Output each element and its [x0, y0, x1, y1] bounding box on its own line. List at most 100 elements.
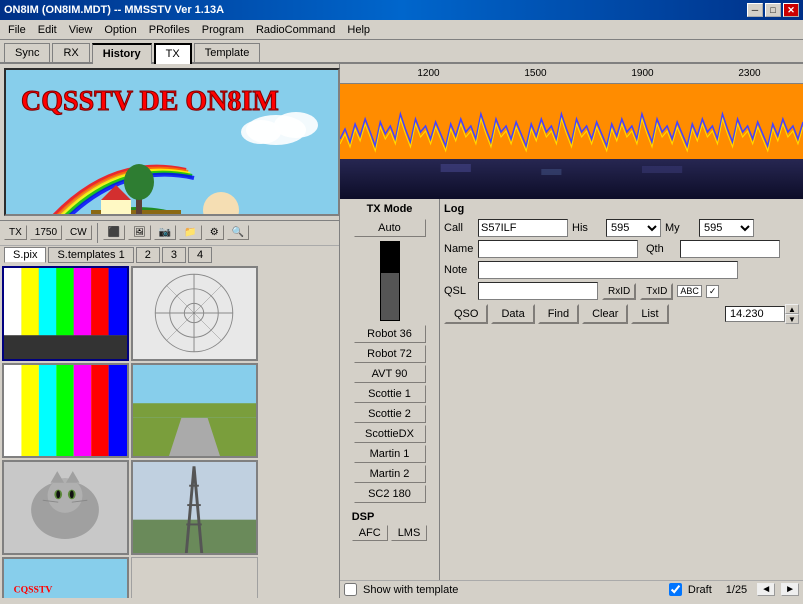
- mode-sc2180[interactable]: SC2 180: [354, 485, 426, 503]
- txid-button[interactable]: TxID: [640, 283, 673, 300]
- page-info: 1/25: [726, 584, 747, 596]
- thumb-3[interactable]: [2, 363, 129, 458]
- thumb-1[interactable]: [2, 266, 129, 361]
- close-button[interactable]: ✕: [783, 3, 799, 17]
- tab-3[interactable]: 3: [162, 247, 186, 263]
- next-page-button[interactable]: ►: [781, 583, 799, 596]
- log-call-row: Call His 595599579 My 595599579: [444, 219, 799, 237]
- thumb-4[interactable]: [131, 363, 258, 458]
- tab-tx[interactable]: TX: [154, 43, 192, 64]
- main-area: CQSSTV DE ON8IM TX 1750 CW ⬛ 🖼 📷 📁 ⚙ 🔍: [0, 64, 803, 598]
- my-report-select[interactable]: 595599579: [699, 219, 754, 237]
- minimize-button[interactable]: ─: [747, 3, 763, 17]
- thumb-2[interactable]: [131, 266, 258, 361]
- camera-icon[interactable]: 📷: [154, 225, 176, 240]
- qsl-input[interactable]: [478, 282, 598, 300]
- menu-edit[interactable]: Edit: [32, 22, 63, 38]
- frequency-input[interactable]: [725, 306, 785, 322]
- abc-check-icon: ✓: [706, 285, 720, 298]
- note-input[interactable]: [478, 261, 738, 279]
- toolbar: TX 1750 CW ⬛ 🖼 📷 📁 ⚙ 🔍: [0, 220, 339, 245]
- color-block: [380, 241, 400, 321]
- separator: [97, 223, 98, 243]
- mode-robot72[interactable]: Robot 72: [354, 345, 426, 363]
- menu-help[interactable]: Help: [341, 22, 376, 38]
- his-report-select[interactable]: 595599579: [606, 219, 661, 237]
- thumb-6[interactable]: [131, 460, 258, 555]
- folder-icon[interactable]: 📁: [179, 225, 201, 240]
- tab-history[interactable]: History: [92, 43, 152, 64]
- tab-4[interactable]: 4: [188, 247, 212, 263]
- qth-label: Qth: [646, 243, 676, 255]
- qsl-label: QSL: [444, 285, 474, 297]
- svg-text:CQSSTV DE ON8IM: CQSSTV DE ON8IM: [21, 86, 279, 117]
- freq-button[interactable]: 1750: [30, 225, 62, 240]
- log-qsl-row: QSL RxID TxID ABC ✓: [444, 282, 799, 300]
- mode-martin1[interactable]: Martin 1: [354, 445, 426, 463]
- show-template-row: Show with template Draft 1/25 ◄ ►: [340, 580, 803, 598]
- mode-avt90[interactable]: AVT 90: [354, 365, 426, 383]
- draft-checkbox[interactable]: [669, 583, 682, 596]
- tab-rx[interactable]: RX: [52, 43, 89, 62]
- call-input[interactable]: [478, 219, 568, 237]
- mode-scottiedx[interactable]: ScottieDX: [354, 425, 426, 443]
- thumb-5[interactable]: [2, 460, 129, 555]
- thumbnail-grid: CQSSTV DE ON8IM: [0, 264, 339, 598]
- dsp-lms[interactable]: LMS: [391, 525, 428, 541]
- freq-1900: 1900: [589, 68, 696, 79]
- spectrum-area: 1200 1500 1900 2300: [340, 64, 803, 199]
- freq-1200: 1200: [375, 68, 482, 79]
- my-label: My: [665, 222, 695, 234]
- image-icon[interactable]: 🖼: [128, 225, 151, 240]
- tab-2[interactable]: 2: [136, 247, 160, 263]
- menubar: File Edit View Option PRofiles Program R…: [0, 20, 803, 40]
- show-template-checkbox[interactable]: [344, 583, 357, 596]
- dsp-afc[interactable]: AFC: [352, 525, 388, 541]
- name-input[interactable]: [478, 240, 638, 258]
- tab-template[interactable]: Template: [194, 43, 261, 62]
- log-title: Log: [444, 203, 799, 215]
- mode-martin2[interactable]: Martin 2: [354, 465, 426, 483]
- menu-file[interactable]: File: [2, 22, 32, 38]
- menu-view[interactable]: View: [63, 22, 99, 38]
- tx-mode-panel: TX Mode Auto Robot 36 Robot 72 AVT 90 Sc…: [340, 199, 440, 580]
- thumb-7[interactable]: CQSSTV DE ON8IM: [2, 557, 129, 598]
- freq-up-arrow[interactable]: ▲: [785, 304, 799, 314]
- record-icon[interactable]: ⬛: [103, 225, 125, 240]
- tabbar: Sync RX History TX Template: [0, 40, 803, 64]
- draft-label: Draft: [688, 584, 712, 596]
- freq-ruler: 1200 1500 1900 2300: [340, 64, 803, 84]
- freq-2300: 2300: [696, 68, 803, 79]
- data-button[interactable]: Data: [491, 304, 534, 324]
- titlebar: ON8IM (ON8IM.MDT) -- MMSSTV Ver 1.13A ─ …: [0, 0, 803, 20]
- waterfall-display[interactable]: [340, 84, 803, 199]
- tx-button[interactable]: TX: [4, 225, 27, 240]
- menu-profiles[interactable]: PRofiles: [143, 22, 196, 38]
- tab-spix[interactable]: S.pix: [4, 247, 46, 263]
- find-button[interactable]: Find: [538, 304, 579, 324]
- clear-button[interactable]: Clear: [582, 304, 628, 324]
- tab-stemplates[interactable]: S.templates 1: [48, 247, 133, 263]
- mode-scottie2[interactable]: Scottie 2: [354, 405, 426, 423]
- mode-robot36[interactable]: Robot 36: [354, 325, 426, 343]
- mode-auto[interactable]: Auto: [354, 219, 426, 237]
- list-button[interactable]: List: [631, 304, 668, 324]
- frequency-display: ▲ ▼: [725, 304, 799, 324]
- dsp-section: DSP AFC LMS: [348, 509, 432, 543]
- rxid-button[interactable]: RxID: [602, 283, 636, 300]
- thumb-8[interactable]: [131, 557, 258, 598]
- settings-icon[interactable]: ⚙: [205, 225, 224, 240]
- freq-down-arrow[interactable]: ▼: [785, 314, 799, 324]
- maximize-button[interactable]: □: [765, 3, 781, 17]
- zoom-icon[interactable]: 🔍: [227, 225, 249, 240]
- qth-input[interactable]: [680, 240, 780, 258]
- tab-sync[interactable]: Sync: [4, 43, 50, 62]
- menu-option[interactable]: Option: [98, 22, 142, 38]
- prev-page-button[interactable]: ◄: [757, 583, 775, 596]
- mode-scottie1[interactable]: Scottie 1: [354, 385, 426, 403]
- menu-program[interactable]: Program: [196, 22, 250, 38]
- qso-button[interactable]: QSO: [444, 304, 488, 324]
- cw-button[interactable]: CW: [65, 225, 92, 240]
- menu-radiocommand[interactable]: RadioCommand: [250, 22, 341, 38]
- svg-text:CQSSTV: CQSSTV: [14, 584, 53, 595]
